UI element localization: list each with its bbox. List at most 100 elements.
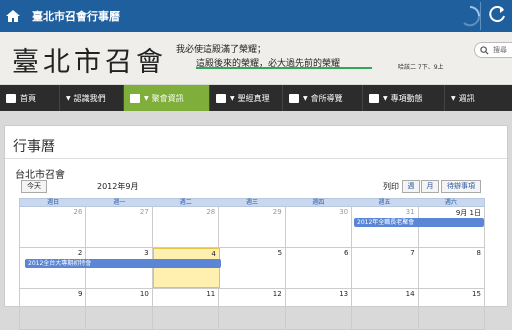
day-cell[interactable]: 8	[419, 248, 485, 288]
day-cell[interactable]: 14	[352, 289, 419, 329]
app-title: 臺北市召會行事曆	[32, 10, 120, 23]
day-number: 2	[77, 249, 83, 257]
weekday-label: 週一	[113, 199, 126, 206]
verse-line-1: 我必使這殿滿了榮耀；	[176, 45, 267, 55]
day-number: 3	[144, 249, 149, 257]
nav-item-about[interactable]: ▼ 認識我們	[60, 85, 124, 111]
day-number: 28	[206, 208, 216, 216]
day-number: 31	[405, 208, 415, 216]
nav-label: 首頁	[20, 93, 36, 103]
nav-label: 聖經真理	[237, 93, 270, 103]
caret-down-icon: ▼	[66, 94, 71, 102]
verse-reference: 哈該二 7下、9上	[398, 64, 444, 71]
nav-item-halls[interactable]: ▼ 會所導覽	[283, 85, 363, 111]
day-cell[interactable]: 9	[20, 289, 87, 329]
day-number: 15	[472, 290, 481, 298]
day-cell[interactable]: 29	[219, 207, 286, 247]
page-title: 行事曆	[13, 139, 55, 155]
nav-item-news[interactable]: ▼ 專項動態	[363, 85, 445, 111]
caret-down-icon: ▼	[230, 94, 235, 102]
view-month-button[interactable]: 月	[421, 180, 439, 193]
day-number: 7	[410, 249, 415, 257]
month-label: 2012年9月	[97, 182, 139, 191]
day-cell[interactable]: 2	[20, 248, 87, 288]
nav-item-weekly[interactable]: ▼ 週訊	[445, 85, 512, 111]
calendar-title: 台北市召會	[15, 170, 65, 181]
app-topbar: 臺北市召會行事曆	[0, 0, 512, 32]
view-week-button[interactable]: 週	[402, 180, 420, 193]
day-number: 13	[339, 290, 349, 298]
weekday-label: 週日	[47, 199, 60, 206]
main-nav: 首頁 ▼ 認識我們 ▼ 聚會資訊 ▼ 聖經真理 ▼ 會所導覽 ▼ 專項動態 ▼ 週訊	[0, 85, 512, 111]
caret-down-icon: ▼	[451, 94, 456, 102]
weekday-header: 週日 週一 週二 週三 週四 週五 週六	[19, 198, 485, 207]
nav-label: 聚會資訊	[151, 93, 184, 103]
day-cell[interactable]: 31	[352, 207, 419, 247]
nav-label: 專項動態	[390, 93, 423, 103]
day-number: 29	[272, 208, 282, 216]
day-number: 11	[206, 290, 216, 298]
weekday-label: 週六	[444, 199, 457, 206]
day-cell[interactable]: 6	[286, 248, 353, 288]
search-label: 搜尋	[493, 46, 507, 54]
weekday-label: 週四	[312, 199, 325, 206]
day-cell[interactable]: 26	[20, 207, 87, 247]
day-cell[interactable]: 27	[86, 207, 153, 247]
view-agenda-button[interactable]: 待辦事項	[441, 180, 481, 193]
day-cell[interactable]: 15	[419, 289, 485, 329]
caret-down-icon: ▼	[383, 94, 388, 102]
loading-spinner-icon	[458, 4, 482, 28]
calendar-icon	[130, 93, 140, 103]
refresh-icon[interactable]	[486, 4, 508, 26]
weekday-label: 週二	[179, 199, 192, 206]
day-cell[interactable]: 3	[86, 248, 153, 288]
weekday-label: 週五	[378, 199, 391, 206]
calendar-panel: 行事曆 台北市召會 今天 2012年9月 列印 週 月 待辦事項 週日 週一 週…	[4, 125, 508, 330]
nav-label: 認識我們	[73, 93, 106, 103]
day-cell[interactable]: 28	[153, 207, 220, 247]
calendar-event[interactable]: 2012全台大專期初特會	[25, 259, 221, 268]
day-number: 5	[277, 249, 283, 257]
divider	[5, 158, 507, 159]
nav-item-truth[interactable]: ▼ 聖經真理	[210, 85, 283, 111]
day-number: 12	[272, 290, 282, 298]
day-number: 6	[343, 249, 349, 257]
calendar-week: 9 10 11 12 13 14 15	[19, 289, 485, 330]
search-box[interactable]: 搜尋	[474, 42, 512, 58]
day-cell[interactable]: 7	[352, 248, 419, 288]
site-banner: 臺北市召會 我必使這殿滿了榮耀； 這殿後來的榮耀，必大過先前的榮耀 哈該二 7下…	[0, 32, 512, 84]
calendar-week: 26 27 28 29 30 31 9月 1日 2012年全職長老聚會	[19, 207, 485, 248]
day-cell[interactable]: 5	[220, 248, 287, 288]
day-number: 4	[211, 250, 216, 258]
nav-label: 會所導覽	[310, 93, 343, 103]
month-grid: 週日 週一 週二 週三 週四 週五 週六 26 27 28 29 30 31 9…	[19, 198, 485, 330]
topbar-divider	[480, 2, 481, 30]
day-cell[interactable]: 9月 1日	[419, 207, 485, 247]
site-logo[interactable]: 臺北市召會	[12, 40, 167, 79]
day-number: 9月 1日	[455, 209, 481, 217]
caret-down-icon: ▼	[144, 94, 149, 102]
day-cell[interactable]: 10	[86, 289, 153, 329]
home-icon	[6, 93, 16, 103]
building-icon	[289, 93, 299, 103]
news-icon	[369, 93, 379, 103]
search-icon	[480, 46, 489, 55]
day-cell[interactable]: 12	[219, 289, 286, 329]
print-link[interactable]: 列印	[383, 181, 399, 192]
day-cell-today[interactable]: 4	[152, 248, 220, 288]
day-cell[interactable]: 30	[286, 207, 353, 247]
day-number: 8	[476, 249, 481, 257]
day-number: 9	[77, 290, 83, 298]
day-number: 27	[139, 208, 149, 216]
day-number: 26	[73, 208, 83, 216]
list-icon	[216, 93, 226, 103]
home-icon[interactable]	[0, 0, 26, 32]
day-number: 14	[405, 290, 415, 298]
day-cell[interactable]: 13	[286, 289, 353, 329]
day-cell[interactable]: 11	[153, 289, 220, 329]
nav-item-home[interactable]: 首頁	[0, 85, 60, 111]
nav-item-meetings[interactable]: ▼ 聚會資訊	[124, 85, 210, 111]
weekday-label: 週三	[245, 199, 258, 206]
calendar-event[interactable]: 2012年全職長老聚會	[354, 218, 484, 227]
today-button[interactable]: 今天	[21, 180, 47, 193]
